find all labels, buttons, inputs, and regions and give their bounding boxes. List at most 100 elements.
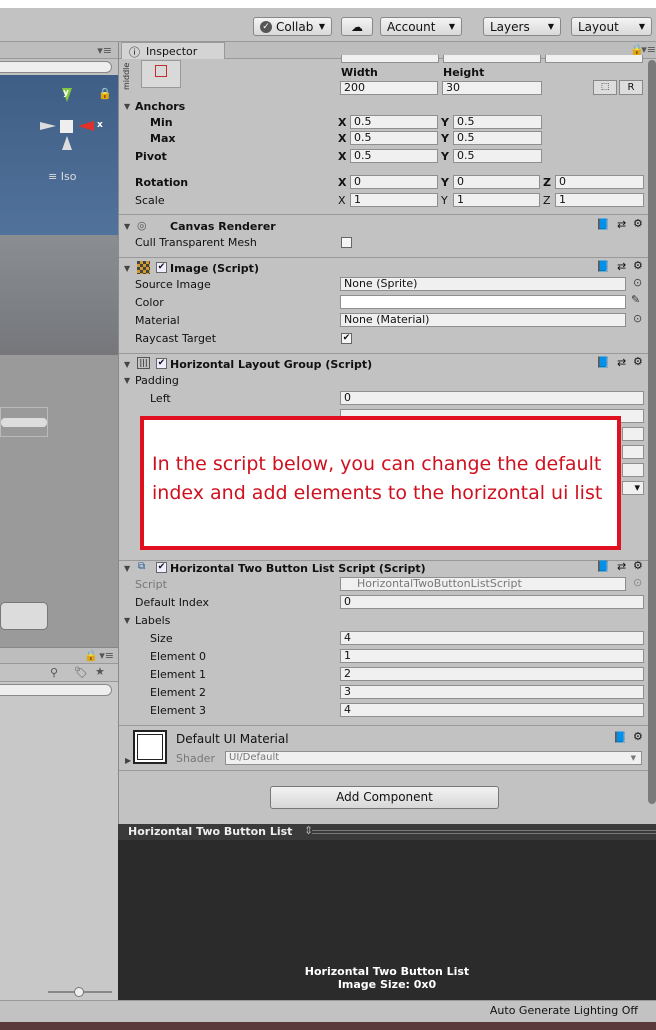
rotation-x-field[interactable]: 0: [350, 175, 438, 189]
gear-icon[interactable]: ⚙: [633, 217, 643, 230]
size-field[interactable]: 4: [340, 631, 644, 645]
layers-dropdown[interactable]: Layers ▼: [483, 17, 561, 36]
blueprint-mode-button[interactable]: ⬚: [593, 80, 617, 95]
panel-menu-icon[interactable]: ▾≡: [97, 44, 112, 57]
preview-area: Horizontal Two Button List Image Size: 0…: [118, 840, 656, 1000]
foldout-arrow-icon[interactable]: ▼: [124, 264, 130, 273]
preset-sliders-icon[interactable]: ⇄: [617, 356, 626, 369]
collab-button[interactable]: ✓ Collab ▼: [253, 17, 332, 36]
foldout-arrow-icon[interactable]: ▼: [124, 360, 130, 369]
width-field[interactable]: 200: [340, 81, 438, 95]
anchor-preset-icon: [155, 65, 167, 77]
favorite-star-icon[interactable]: ★: [95, 665, 105, 678]
auto-lighting-status[interactable]: Auto Generate Lighting Off: [490, 1004, 638, 1017]
preset-sliders-icon[interactable]: ⇄: [617, 260, 626, 273]
scale-z-field[interactable]: 1: [555, 193, 644, 207]
element-field[interactable]: 4: [340, 703, 644, 717]
layout-dropdown[interactable]: Layout ▼: [571, 17, 652, 36]
preset-sliders-icon[interactable]: ⇄: [617, 560, 626, 573]
foldout-arrow-icon[interactable]: ▼: [124, 616, 130, 625]
lock-icon[interactable]: 🔒: [98, 87, 112, 100]
element-field[interactable]: 3: [340, 685, 644, 699]
pos-x-field-partial[interactable]: [341, 55, 439, 63]
pivot-y-field[interactable]: 0.5: [453, 149, 542, 163]
project-search-input[interactable]: [0, 684, 112, 696]
annotation-callout: In the script below, you can change the …: [140, 416, 621, 550]
component-divider: [119, 770, 649, 771]
padding-left-field[interactable]: 0: [340, 391, 644, 405]
child-alignment-dropdown[interactable]: ▾: [622, 481, 644, 495]
help-book-icon[interactable]: 📘: [613, 731, 627, 744]
anchor-max-y-field[interactable]: 0.5: [453, 131, 542, 145]
inspector-scrollbar[interactable]: [648, 60, 656, 804]
pivot-x-field[interactable]: 0.5: [350, 149, 438, 163]
label-tag-icon[interactable]: 🏷: [74, 666, 88, 679]
preview-resize-grip[interactable]: [312, 830, 656, 834]
info-icon: ⓘ: [129, 46, 140, 59]
anchor-presets-button[interactable]: [141, 60, 181, 88]
element-label: Element 0: [150, 650, 207, 663]
iso-label[interactable]: ≡ Iso: [48, 170, 76, 183]
padding-bottom-field[interactable]: [622, 445, 644, 459]
shader-dropdown[interactable]: UI/Default ▼: [225, 751, 642, 765]
default-index-field[interactable]: 0: [340, 595, 644, 609]
anchor-min-x-field[interactable]: 0.5: [350, 115, 438, 129]
foldout-arrow-icon[interactable]: ▼: [124, 222, 130, 231]
element-field[interactable]: 2: [340, 667, 644, 681]
lock-icon[interactable]: 🔒: [84, 649, 98, 662]
hierarchy-toolbar: ⚲ 🏷 ★: [0, 664, 118, 682]
raw-edit-button[interactable]: R: [619, 80, 643, 95]
horizontal-layout-icon: |||: [137, 357, 150, 369]
object-picker-icon[interactable]: ⊙: [633, 312, 642, 325]
panel-menu-icon[interactable]: ▾≡: [99, 649, 114, 662]
scene-view[interactable]: ▾≡ y x 🔒 ≡ Iso: [0, 42, 118, 647]
image-enabled-checkbox[interactable]: ✔: [156, 262, 167, 273]
htbl-enabled-checkbox[interactable]: ✔: [156, 562, 167, 573]
account-dropdown[interactable]: Account ▼: [380, 17, 462, 36]
foldout-arrow-icon[interactable]: ▼: [124, 564, 130, 573]
material-field[interactable]: None (Material): [340, 313, 626, 327]
eyedropper-icon[interactable]: ✎: [631, 293, 640, 306]
foldout-arrow-icon[interactable]: ▼: [124, 376, 130, 385]
filter-by-type-icon[interactable]: ⚲: [50, 666, 58, 679]
foldout-arrow-icon[interactable]: ▼: [124, 102, 130, 111]
tab-inspector[interactable]: ⓘ Inspector: [121, 42, 225, 59]
hlg-enabled-checkbox[interactable]: ✔: [156, 358, 167, 369]
cull-transparent-mesh-checkbox[interactable]: [341, 237, 352, 248]
add-component-button[interactable]: Add Component: [270, 786, 499, 809]
spacing-field[interactable]: [622, 463, 644, 477]
object-picker-icon[interactable]: ⊙: [633, 276, 642, 289]
component-divider: [119, 257, 649, 258]
rotation-y-field[interactable]: 0: [453, 175, 540, 189]
panel-menu-icon[interactable]: ▾≡: [641, 43, 656, 56]
color-field[interactable]: [340, 295, 626, 309]
gear-icon[interactable]: ⚙: [633, 259, 643, 272]
pos-y-field-partial[interactable]: [443, 55, 541, 63]
raycast-target-checkbox[interactable]: ✔: [341, 333, 352, 344]
help-book-icon[interactable]: 📘: [596, 260, 610, 273]
foldout-arrow-icon[interactable]: ▶: [125, 756, 131, 765]
color-label: Color: [135, 296, 164, 309]
x-axis-cone: [78, 121, 94, 131]
scale-y-field[interactable]: 1: [453, 193, 540, 207]
source-image-field[interactable]: None (Sprite): [340, 277, 626, 291]
element-field[interactable]: 1: [340, 649, 644, 663]
gear-icon[interactable]: ⚙: [633, 559, 643, 572]
help-book-icon[interactable]: 📘: [596, 560, 610, 573]
help-book-icon[interactable]: 📘: [596, 218, 610, 231]
rotation-z-field[interactable]: 0: [555, 175, 644, 189]
height-field[interactable]: 30: [442, 81, 542, 95]
cloud-button[interactable]: ☁: [341, 17, 373, 36]
scene-search-input[interactable]: [0, 61, 112, 73]
gear-icon[interactable]: ⚙: [633, 730, 643, 743]
anchor-max-x-field[interactable]: 0.5: [350, 131, 438, 145]
gizmo-center-cube: [60, 120, 73, 133]
zoom-slider-thumb[interactable]: [74, 987, 84, 997]
anchor-min-y-field[interactable]: 0.5: [453, 115, 542, 129]
help-book-icon[interactable]: 📘: [596, 356, 610, 369]
scale-x-field[interactable]: 1: [350, 193, 438, 207]
pos-z-field-partial[interactable]: [545, 55, 643, 63]
preset-sliders-icon[interactable]: ⇄: [617, 218, 626, 231]
gear-icon[interactable]: ⚙: [633, 355, 643, 368]
padding-top-field[interactable]: [622, 427, 644, 441]
